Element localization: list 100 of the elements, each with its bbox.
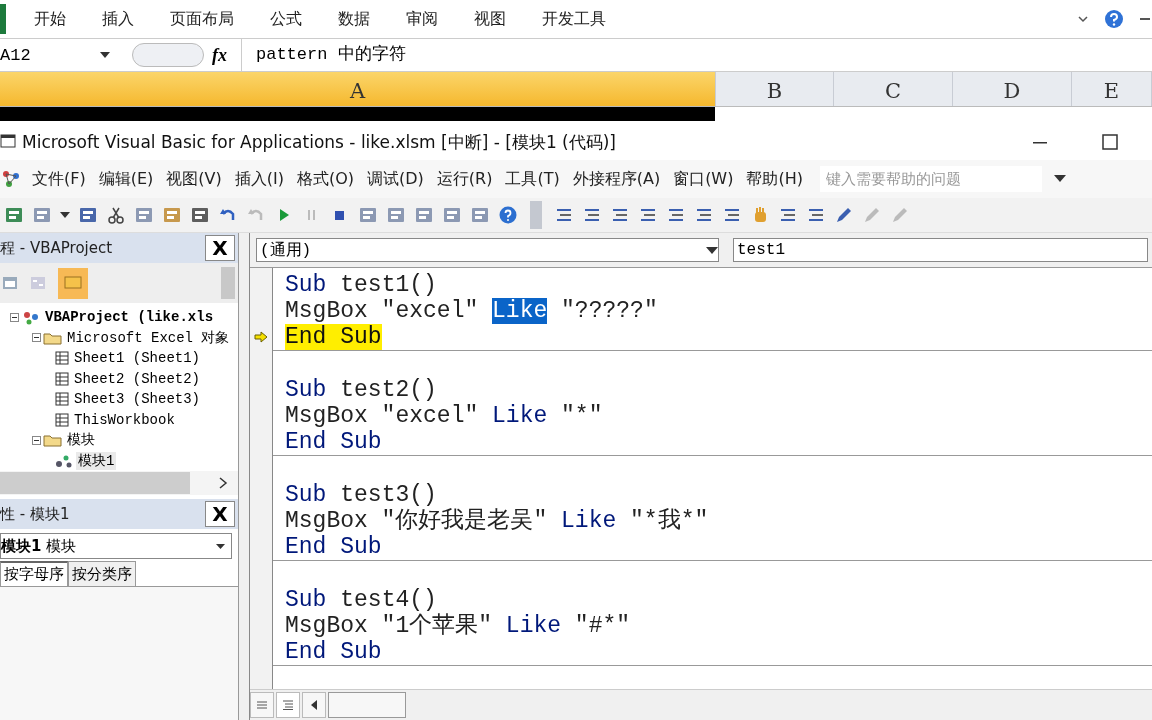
menu-item[interactable]: 文件(F) — [27, 168, 91, 190]
menu-item[interactable]: 外接程序(A) — [567, 168, 666, 190]
help-search-field[interactable]: 键入需要帮助的问题 — [819, 166, 1042, 192]
object-dropdown[interactable]: 模块1 模块 — [0, 533, 232, 559]
folder-icon — [64, 274, 82, 289]
caret-icon — [706, 246, 718, 254]
collapse-icon[interactable] — [10, 312, 19, 322]
toggle-folders-button[interactable] — [58, 267, 88, 299]
code-token: Sub — [285, 587, 327, 613]
column-header[interactable]: C — [834, 72, 953, 106]
code-token: End Sub — [285, 429, 382, 455]
help-icon[interactable] — [498, 206, 518, 224]
menu-item[interactable]: 工具(T) — [500, 168, 565, 190]
formula-field[interactable]: pattern 中的字符 — [241, 39, 1152, 71]
menu-item[interactable]: 运行(R) — [431, 168, 498, 190]
sheet-icon — [54, 391, 70, 408]
scroll-right-icon[interactable] — [218, 477, 228, 489]
help-icon[interactable] — [1104, 9, 1124, 29]
code-token: "*" — [560, 403, 603, 429]
scroll-left-button[interactable] — [302, 692, 326, 718]
sheet-icon — [54, 370, 70, 387]
panel-title: 性 - 模块1 — [0, 504, 70, 524]
tree-item[interactable]: Sheet2 (Sheet2) — [72, 370, 203, 387]
code-token: End Sub — [285, 534, 382, 560]
code-token: test4() — [339, 587, 437, 613]
collapse-icon[interactable] — [32, 333, 41, 343]
caret-icon[interactable] — [60, 212, 70, 218]
dropdown-arrow-icon[interactable] — [1053, 175, 1066, 183]
caret-icon — [216, 543, 225, 549]
panel-title: 程 - VBAProject — [0, 238, 113, 258]
menu-item[interactable]: 调试(D) — [362, 168, 429, 190]
code-token: MsgBox "excel" — [285, 298, 480, 324]
name-box[interactable]: A12 — [0, 45, 118, 65]
column-header[interactable]: A — [0, 72, 716, 106]
code-token: Like — [561, 508, 617, 534]
ribbon-tab[interactable]: 插入 — [90, 8, 146, 30]
ribbon-tab[interactable]: 审阅 — [394, 8, 450, 30]
list-icon[interactable] — [778, 206, 798, 224]
menu-item[interactable]: 编辑(E) — [93, 168, 159, 190]
code-token: Like — [492, 298, 548, 324]
scrollbar-thumb[interactable] — [328, 692, 406, 718]
code-token: "*我*" — [629, 508, 709, 534]
code-token: test1() — [339, 272, 437, 298]
ribbon-tab[interactable]: 视图 — [462, 8, 518, 30]
folder-icon — [43, 432, 63, 449]
menu-item[interactable]: 插入(I) — [229, 168, 289, 190]
properties-tab[interactable]: 按字母序 — [0, 561, 68, 586]
ribbon-tab[interactable]: 开发工具 — [530, 8, 618, 30]
sheet-icon — [54, 350, 70, 367]
window-title: Microsoft Visual Basic for Applications - like.xlsm [中断] - [模块1 (代码)] — [22, 130, 616, 154]
close-button[interactable]: X — [205, 235, 235, 261]
tree-item[interactable]: 模块 — [65, 431, 97, 450]
close-button[interactable]: X — [205, 501, 235, 527]
code-token: test3() — [339, 482, 437, 508]
object-dropdown[interactable]: (通用) — [256, 238, 719, 262]
properties-tab[interactable]: 按分类序 — [68, 561, 136, 586]
ribbon-tab[interactable]: 页面布局 — [158, 8, 246, 30]
lines-icon — [283, 700, 293, 710]
code-token: test2() — [339, 377, 437, 403]
ribbon-tab[interactable]: 开始 — [22, 8, 78, 30]
code-token: Sub — [285, 482, 327, 508]
menu-item[interactable]: 窗口(W) — [668, 168, 739, 190]
procedure-dropdown[interactable]: test1 — [733, 238, 1148, 262]
ribbon-tab[interactable]: 数据 — [326, 8, 382, 30]
sheet-icon — [54, 411, 70, 428]
code-token: Sub — [285, 272, 327, 298]
column-header[interactable]: D — [953, 72, 1072, 106]
pen-icon[interactable] — [834, 206, 854, 224]
left-arrow-icon — [311, 700, 317, 710]
tree-item[interactable]: Sheet3 (Sheet3) — [72, 391, 203, 408]
code-token: Like — [492, 403, 548, 429]
list-icon[interactable] — [806, 206, 826, 224]
list-icon[interactable] — [638, 206, 658, 224]
code-token: MsgBox "excel" — [285, 403, 480, 429]
menu-item[interactable]: 帮助(H) — [741, 168, 808, 190]
menu-item[interactable]: 格式(O) — [291, 168, 359, 190]
column-header[interactable]: B — [716, 72, 834, 106]
code-token: End Sub — [285, 324, 382, 350]
tree-item[interactable]: 模块1 — [76, 451, 117, 470]
tree-item[interactable]: Microsoft Excel 对象 — [65, 328, 232, 347]
ribbon-tab[interactable]: 公式 — [258, 8, 314, 30]
collapse-icon[interactable] — [32, 435, 41, 445]
formula-bar-handle[interactable] — [132, 43, 204, 67]
insert-function-button[interactable]: fx — [212, 44, 227, 66]
menu-item[interactable]: 视图(V) — [161, 168, 227, 190]
code-token: Like — [505, 613, 562, 639]
code-token: End Sub — [285, 639, 382, 665]
scrollbar-thumb[interactable] — [0, 472, 190, 494]
execution-arrow-icon — [254, 331, 268, 343]
column-header[interactable]: E — [1072, 72, 1152, 106]
code-token: MsgBox "你好我是老吴" — [285, 508, 549, 534]
code-token: Sub — [285, 377, 327, 403]
code-token: "#*" — [573, 613, 631, 639]
list-icon[interactable] — [610, 206, 630, 224]
tree-item[interactable]: Sheet1 (Sheet1) — [72, 350, 203, 367]
tree-item[interactable]: ThisWorkbook — [72, 411, 177, 428]
maximize-icon[interactable] — [1102, 134, 1118, 150]
tree-item[interactable]: VBAProject (like.xls — [43, 309, 216, 326]
code-token: "?????" — [560, 298, 658, 324]
cut-icon[interactable] — [106, 206, 126, 224]
